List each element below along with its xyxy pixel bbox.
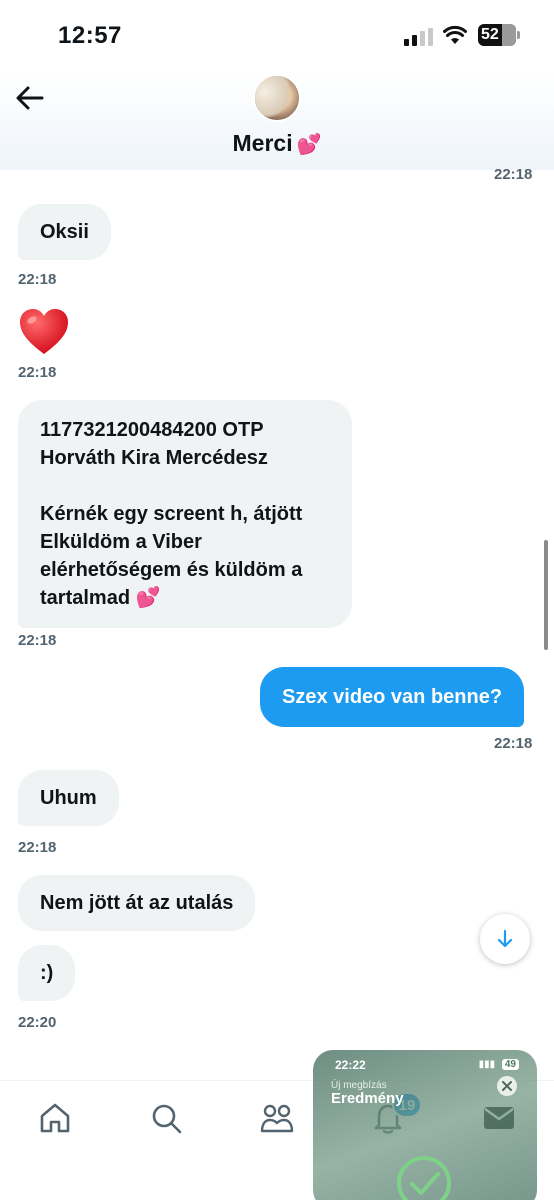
message-time: 22:20	[18, 1014, 57, 1031]
status-bar: 12:57 52	[0, 0, 554, 72]
message-line: Kérnék egy screent h, átjött	[40, 503, 303, 525]
pip-title: Eredmény	[331, 1090, 404, 1107]
search-icon[interactable]	[149, 1101, 183, 1135]
message-time: 22:18	[18, 632, 57, 649]
pip-battery: 49	[501, 1059, 519, 1070]
pip-signal-icon: ▮▮▮	[478, 1059, 496, 1070]
message-line: 1177321200484200 OTP	[40, 419, 264, 441]
message-bubble-outgoing[interactable]: Szex video van benne?	[260, 667, 525, 727]
message-time: 22:18	[18, 271, 57, 288]
battery-icon: 52	[478, 24, 516, 46]
message-bubble-incoming[interactable]: Oksii	[18, 204, 111, 260]
message-line: Elküldöm a Viber	[40, 531, 202, 553]
communities-icon[interactable]	[260, 1101, 294, 1135]
status-time: 12:57	[58, 22, 122, 49]
contact-name-emoji: 💕	[296, 134, 322, 156]
message-time: 22:18	[494, 166, 533, 183]
conversation-header: Merci 💕	[0, 72, 554, 170]
check-circle-icon	[397, 1156, 451, 1200]
contact-name-text: Merci	[232, 130, 293, 156]
message-time: 22:18	[18, 364, 57, 381]
message-bubble-incoming[interactable]: :)	[18, 945, 76, 1001]
message-time: 22:18	[494, 735, 533, 752]
arrow-down-icon	[497, 929, 513, 948]
message-bubble-incoming[interactable]: Nem jött át az utalás	[18, 875, 256, 931]
battery-level: 52	[481, 26, 499, 43]
contact-name[interactable]: Merci 💕	[0, 130, 554, 157]
pip-time: 22:22	[335, 1058, 366, 1072]
pip-status-icons: ▮▮▮ 49	[479, 1059, 519, 1070]
message-line: tartalmad 💕	[40, 587, 161, 609]
message-line: Horváth Kira Mercédesz	[40, 447, 268, 469]
pip-video-overlay[interactable]: 22:22 ▮▮▮ 49 Új megbízás Eredmény	[313, 1050, 537, 1200]
signal-icon	[404, 28, 434, 46]
message-bubble-incoming[interactable]: 1177321200484200 OTP Horváth Kira Mercéd…	[18, 400, 352, 628]
message-bubble-incoming[interactable]: Uhum	[18, 770, 119, 826]
message-time: 22:18	[18, 839, 57, 856]
message-line: elérhetőségem és küldöm a	[40, 559, 303, 581]
battery-tip	[517, 31, 520, 39]
pip-close-button[interactable]	[497, 1076, 517, 1096]
contact-avatar[interactable]	[253, 74, 301, 122]
home-icon[interactable]	[38, 1101, 72, 1135]
close-icon	[502, 1081, 512, 1091]
scroll-indicator[interactable]	[544, 540, 548, 650]
wifi-icon	[443, 25, 467, 44]
back-arrow-icon[interactable]	[14, 84, 46, 112]
scroll-to-bottom-button[interactable]	[480, 914, 530, 964]
heart-emoji-message[interactable]	[18, 308, 70, 356]
